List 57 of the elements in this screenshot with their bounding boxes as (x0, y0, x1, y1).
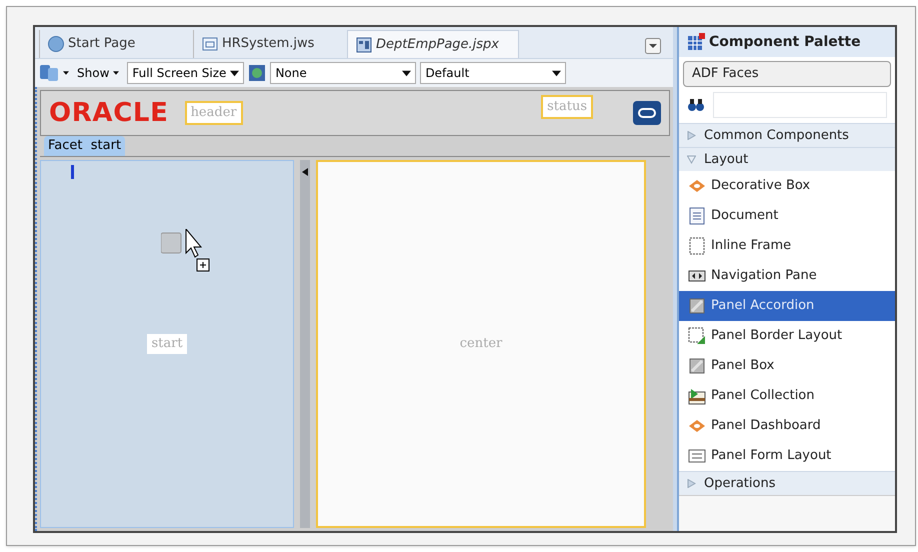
palette-item[interactable]: Panel Form Layout (679, 441, 895, 471)
oracle-logo: ORACLE (49, 96, 169, 130)
collection-icon (688, 387, 706, 405)
panel-icon (689, 298, 705, 314)
facet-label: start (147, 334, 187, 354)
collapsed-triangle-icon (687, 479, 696, 488)
palette-item[interactable]: Panel Accordion (679, 291, 895, 321)
caret-icon (552, 68, 562, 78)
palette-item[interactable]: Inline Frame (679, 231, 895, 261)
caret-icon (113, 70, 120, 76)
caret-icon (230, 68, 240, 78)
editor-tab[interactable]: HRSystem.jws (193, 30, 343, 58)
palette-item[interactable]: Panel Box (679, 351, 895, 381)
skin-dropdown[interactable]: None (270, 62, 416, 84)
expanded-triangle-icon (687, 155, 696, 164)
drag-cursor-icon (161, 228, 211, 274)
search-field[interactable] (713, 92, 887, 118)
palette-item[interactable]: Panel Dashboard (679, 411, 895, 441)
dropdown-caret-icon (63, 70, 69, 76)
facet-label: header (184, 101, 243, 125)
library-dropdown[interactable]: ADF Faces (683, 61, 891, 87)
panel-icon (689, 358, 705, 374)
help-icon (48, 36, 64, 52)
palette-item[interactable]: Panel Collection (679, 381, 895, 411)
frame-icon (689, 237, 705, 255)
palette-item[interactable]: Navigation Pane (679, 261, 895, 291)
section-header[interactable]: Operations (679, 471, 895, 495)
facet-label: center (460, 335, 502, 353)
editor-tab[interactable]: Start Page (39, 30, 189, 58)
palette-title: Component Palette (709, 32, 861, 52)
style-dropdown[interactable]: Default (420, 62, 566, 84)
facet-label: status (541, 95, 593, 118)
refresh-icon[interactable] (39, 63, 59, 83)
form-icon (688, 449, 706, 463)
diamond-icon (688, 419, 706, 433)
palette-item[interactable]: Decorative Box (679, 171, 895, 201)
editor-tab[interactable]: DeptEmpPage.jspx (347, 30, 519, 58)
binoculars-icon (687, 98, 705, 112)
facet-tag: Facet start (44, 136, 126, 156)
branding-icon (633, 101, 661, 125)
navigation-icon (688, 270, 706, 282)
document-icon (689, 207, 705, 225)
size-dropdown[interactable]: Full Screen Size (127, 62, 244, 84)
show-menu[interactable]: Show (73, 64, 124, 82)
palette-item[interactable]: Document (679, 201, 895, 231)
palette-item[interactable]: Panel Border Layout (679, 321, 895, 351)
diamond-icon (688, 179, 706, 193)
section-header[interactable]: Common Components (679, 123, 895, 147)
collapsed-triangle-icon (687, 131, 696, 140)
collapse-arrow-icon[interactable] (302, 168, 308, 176)
caret-icon (402, 68, 412, 78)
grid-icon (687, 33, 705, 51)
section-header[interactable]: Layout (679, 147, 895, 171)
tab-list-button[interactable] (645, 38, 661, 54)
page-icon (356, 36, 372, 52)
workspace-icon (202, 37, 218, 51)
border-layout-icon (688, 327, 706, 345)
